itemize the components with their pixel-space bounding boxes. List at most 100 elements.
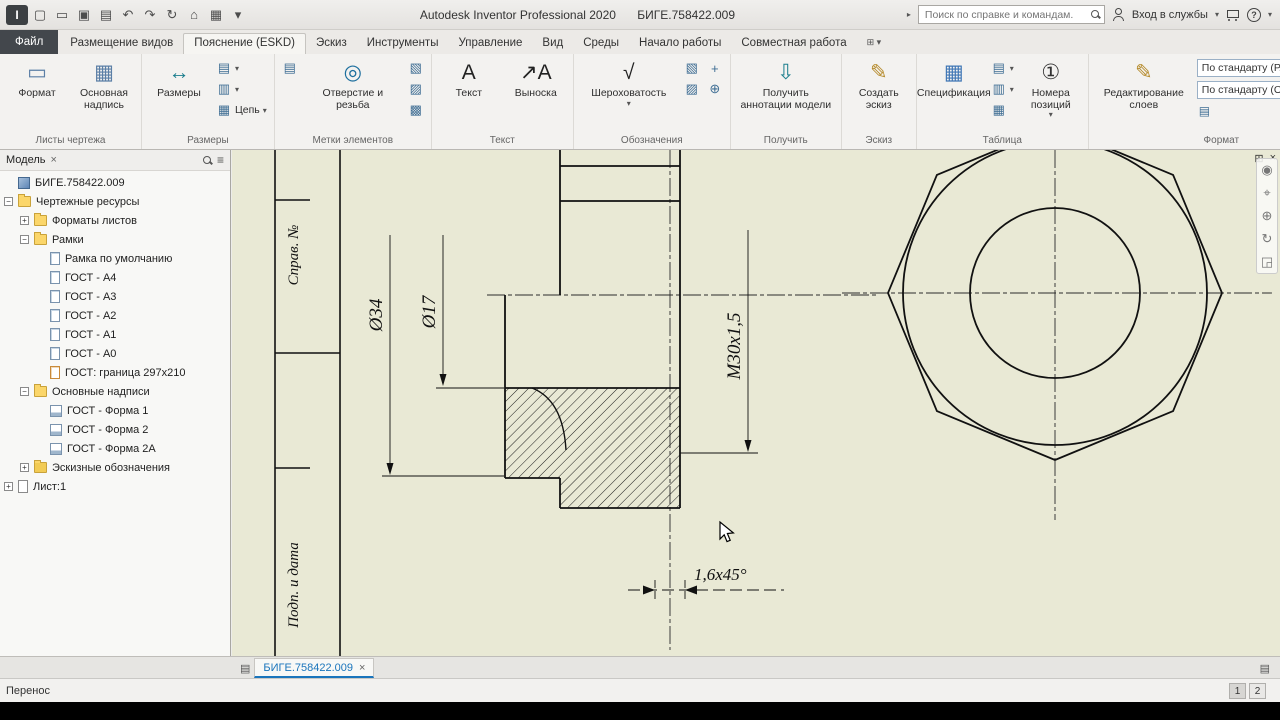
- search-scope-caret-icon[interactable]: ▸: [907, 10, 911, 19]
- sheet-tab-close-icon[interactable]: ×: [359, 662, 365, 674]
- open-icon[interactable]: ▭: [52, 5, 72, 25]
- app-store-cart-icon[interactable]: [1226, 9, 1240, 21]
- dim-bore-diameter[interactable]: Ø17: [419, 294, 440, 329]
- sheet-format-icon[interactable]: ▦: [206, 5, 226, 25]
- dim-outer-diameter[interactable]: Ø34: [366, 298, 387, 332]
- chain-dimension-button[interactable]: ▦ Цепь ▾: [214, 101, 269, 119]
- object-style-combo[interactable]: По стандарту (Обы...▾: [1196, 81, 1280, 99]
- ribbon-tab-8[interactable]: Начало работы: [629, 33, 731, 54]
- sheet-number-1[interactable]: 1: [1229, 682, 1246, 699]
- thread-note-button[interactable]: ▤: [280, 59, 300, 77]
- baseline-dimension-button[interactable]: ▥ ▾: [214, 80, 269, 98]
- text-button[interactable]: А Текст: [437, 56, 501, 100]
- layer-style-combo[interactable]: По стандарту (Р...▾: [1196, 59, 1280, 77]
- datum-target-button[interactable]: +: [705, 59, 725, 77]
- tree-item[interactable]: − Чертежные ресурсы: [0, 192, 230, 211]
- section-view[interactable]: [504, 150, 681, 509]
- pan-icon[interactable]: ⌖: [1263, 186, 1270, 200]
- create-sketch-button[interactable]: ✎ Создать эскиз: [847, 56, 911, 111]
- chamfer-note-button[interactable]: ▧: [406, 59, 426, 77]
- surface-finish-button[interactable]: √ Шероховатость ▾: [579, 56, 679, 108]
- tree-item[interactable]: + Лист:1: [0, 477, 230, 496]
- tree-item[interactable]: Рамка по умолчанию: [0, 249, 230, 268]
- help-icon[interactable]: ?: [1246, 7, 1261, 22]
- steering-wheel-icon[interactable]: ◉: [1261, 163, 1272, 177]
- app-logo-icon[interactable]: I: [6, 4, 28, 25]
- tree-item[interactable]: ГОСТ - Форма 2А: [0, 439, 230, 458]
- qat-menu-icon[interactable]: ▾: [228, 5, 248, 25]
- edge-symbol-button[interactable]: ▨: [682, 80, 702, 98]
- edit-layers-button[interactable]: ✎ Редактирование слоев: [1094, 56, 1194, 111]
- ribbon-tab-9[interactable]: Совместная работа: [731, 33, 856, 54]
- tree-item[interactable]: ГОСТ - А4: [0, 268, 230, 287]
- weld-symbol-button[interactable]: ▧: [682, 59, 702, 77]
- tree-item[interactable]: + Эскизные обозначения: [0, 458, 230, 477]
- ribbon-tab-5[interactable]: Управление: [448, 33, 532, 54]
- ribbon-tab-6[interactable]: Вид: [532, 33, 573, 54]
- collapse-icon[interactable]: −: [4, 197, 13, 206]
- tree-item[interactable]: ГОСТ - А3: [0, 287, 230, 306]
- ribbon-tab-1[interactable]: Размещение видов: [60, 33, 183, 54]
- leader-text-button[interactable]: ↗А Выноска: [504, 56, 568, 100]
- help-search-box[interactable]: [917, 5, 1105, 24]
- style-flush-icon[interactable]: ▤: [1197, 103, 1280, 119]
- new-file-icon[interactable]: ▢: [30, 5, 50, 25]
- ordinate-dimension-button[interactable]: ▤ ▾: [214, 59, 269, 77]
- expand-icon[interactable]: +: [20, 216, 29, 225]
- tree-item[interactable]: ГОСТ: граница 297x210: [0, 363, 230, 382]
- ribbon-tab-3[interactable]: Эскиз: [306, 33, 357, 54]
- orbit-icon[interactable]: ↻: [1262, 232, 1273, 246]
- collapse-icon[interactable]: −: [20, 235, 29, 244]
- save-icon[interactable]: ▣: [74, 5, 94, 25]
- undo-icon[interactable]: ↶: [118, 5, 138, 25]
- collapse-icon[interactable]: −: [20, 387, 29, 396]
- hole-table-button[interactable]: ▥ ▾: [989, 80, 1016, 98]
- get-model-annotations-button[interactable]: ⇩ Получить аннотации модели: [736, 56, 836, 111]
- drawing-sheet[interactable]: Справ. № Подп. и дата Ø34 Ø17 М30х1,5 1,…: [232, 150, 1280, 656]
- tree-item[interactable]: + Форматы листов: [0, 211, 230, 230]
- ribbon-tab-4[interactable]: Инструменты: [357, 33, 449, 54]
- revision-table-button[interactable]: ▦: [989, 101, 1016, 119]
- parts-list-button[interactable]: ▦ Спецификация: [917, 56, 991, 100]
- dim-chamfer[interactable]: 1,6х45°: [694, 565, 747, 584]
- sheet-number-2[interactable]: 2: [1249, 682, 1266, 699]
- new-sheet-icon[interactable]: ▤: [1260, 662, 1270, 678]
- browser-search-icon[interactable]: [202, 155, 212, 165]
- browser-menu-icon[interactable]: ≡: [217, 153, 224, 167]
- search-icon[interactable]: [1090, 10, 1100, 19]
- user-icon[interactable]: [1112, 8, 1125, 21]
- tree-item[interactable]: ГОСТ - А2: [0, 306, 230, 325]
- dim-thread[interactable]: М30х1,5: [724, 312, 745, 380]
- format-sheet-button[interactable]: ▭ Формат: [5, 56, 69, 100]
- general-table-button[interactable]: ▤ ▾: [989, 59, 1016, 77]
- expand-icon[interactable]: +: [4, 482, 13, 491]
- hole-thread-note-button[interactable]: ◎ Отверстие и резьба: [303, 56, 403, 111]
- tree-item[interactable]: ГОСТ - А1: [0, 325, 230, 344]
- print-icon[interactable]: ▤: [96, 5, 116, 25]
- tree-item[interactable]: − Основные надписи: [0, 382, 230, 401]
- punch-note-button[interactable]: ▨: [406, 80, 426, 98]
- search-input[interactable]: [922, 7, 1091, 22]
- dimension-button[interactable]: ↔ Размеры: [147, 56, 211, 100]
- balloon-button[interactable]: ① Номера позиций ▾: [1019, 56, 1083, 119]
- sheet-list-icon[interactable]: ▤: [240, 662, 250, 675]
- tree-item[interactable]: ГОСТ - А0: [0, 344, 230, 363]
- tree-item[interactable]: ГОСТ - Форма 1: [0, 401, 230, 420]
- drawing-canvas[interactable]: Справ. № Подп. и дата Ø34 Ø17 М30х1,5 1,…: [232, 150, 1280, 656]
- ribbon-display-toggle[interactable]: ⊞ ▾: [863, 33, 886, 54]
- bend-note-button[interactable]: ▩: [406, 101, 426, 119]
- tree-item[interactable]: БИГЕ.758422.009: [0, 173, 230, 192]
- zoom-window-icon[interactable]: ◲: [1261, 255, 1273, 269]
- help-caret-icon[interactable]: ▾: [1268, 10, 1272, 19]
- feature-frame-button[interactable]: ⊕: [705, 80, 725, 98]
- zoom-icon[interactable]: ⊕: [1262, 209, 1273, 223]
- home-icon[interactable]: ⌂: [184, 5, 204, 25]
- expand-icon[interactable]: +: [20, 463, 29, 472]
- ribbon-tab-2[interactable]: Пояснение (ESKD): [183, 33, 306, 54]
- ribbon-tab-0[interactable]: Файл: [0, 30, 59, 54]
- browser-close-icon[interactable]: ×: [50, 154, 56, 166]
- redo-icon[interactable]: ↷: [140, 5, 160, 25]
- tree-item[interactable]: ГОСТ - Форма 2: [0, 420, 230, 439]
- update-icon[interactable]: ↻: [162, 5, 182, 25]
- tree-item[interactable]: − Рамки: [0, 230, 230, 249]
